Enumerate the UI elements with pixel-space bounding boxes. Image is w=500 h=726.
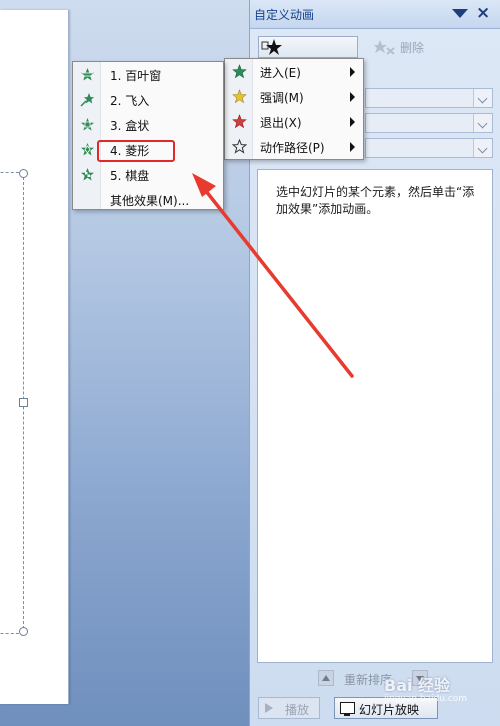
watermark-logo: Bai 经验 [384,676,451,695]
watermark-url: jingyan.baidu.com [384,694,468,704]
annotation-arrow-icon [192,173,354,378]
